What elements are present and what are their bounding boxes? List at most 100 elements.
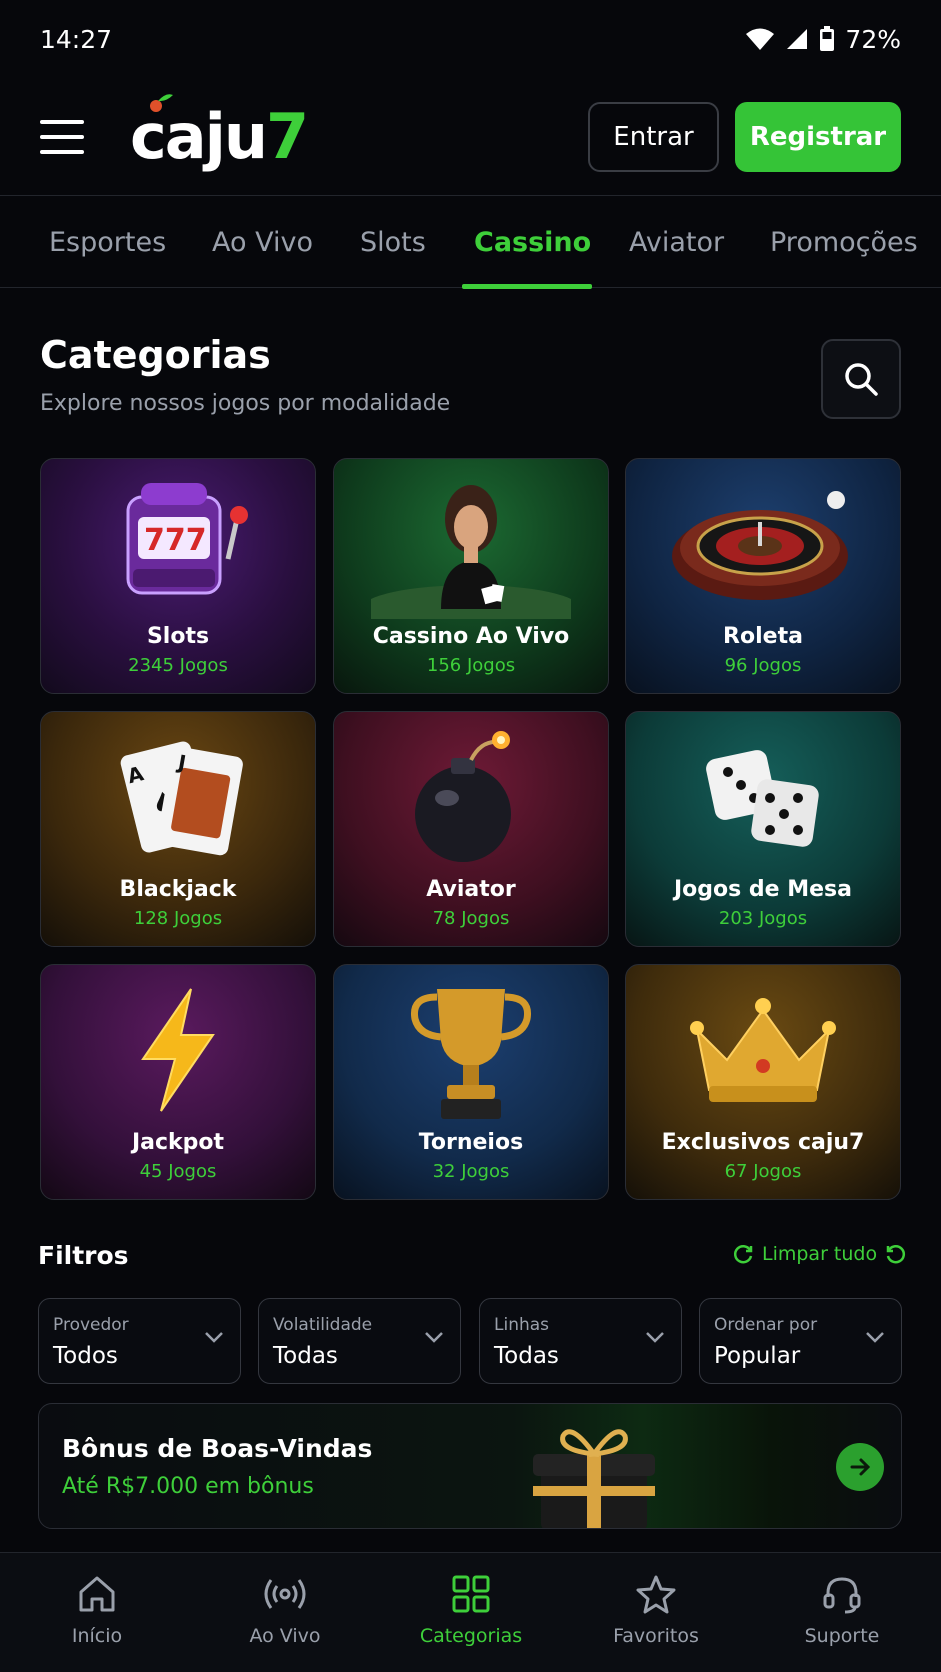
category-card-cassino-ao-vivo[interactable]: Cassino Ao Vivo 156 Jogos: [333, 458, 609, 694]
menu-line: [40, 149, 84, 154]
category-card-aviator[interactable]: Aviator 78 Jogos: [333, 711, 609, 947]
register-button[interactable]: Registrar: [735, 101, 901, 172]
filter-label: Ordenar por: [714, 1315, 818, 1335]
category-card-roleta[interactable]: Roleta 96 Jogos: [625, 458, 901, 694]
category-count: 32 Jogos: [432, 1161, 510, 1182]
live-dealer-icon: [334, 459, 608, 629]
filter-label: Provedor: [53, 1315, 129, 1335]
categories-header: Categorias Explore nossos jogos por moda…: [40, 333, 450, 416]
menu-line: [40, 134, 84, 139]
nav-label: Favoritos: [613, 1625, 699, 1647]
category-count: 156 Jogos: [426, 655, 516, 676]
arrow-right-icon: [850, 1458, 871, 1476]
cashew-leaf-icon: [150, 93, 173, 112]
star-icon: [636, 1575, 676, 1614]
filter-value: Todos: [53, 1343, 118, 1369]
category-count: 67 Jogos: [724, 1161, 802, 1182]
clear-all-button[interactable]: Limpar tudo: [732, 1243, 907, 1265]
login-button[interactable]: Entrar: [588, 101, 719, 172]
roulette-icon: [626, 459, 900, 629]
logo-text: caju: [130, 99, 268, 173]
category-name: Jackpot: [131, 1130, 225, 1155]
category-count: 96 Jogos: [724, 655, 802, 676]
category-name: Slots: [146, 624, 210, 649]
logo[interactable]: caju 7: [130, 93, 309, 173]
tab-aviator[interactable]: Aviator: [629, 197, 724, 288]
tab-esportes[interactable]: Esportes: [49, 197, 166, 288]
filter-ordenar-por[interactable]: Ordenar por Popular: [699, 1298, 902, 1384]
home-icon: [79, 1576, 115, 1612]
filter-linhas[interactable]: Linhas Todas: [479, 1298, 682, 1384]
logo-accent: 7: [265, 99, 309, 173]
category-count: 78 Jogos: [432, 908, 510, 929]
clear-all-label: Limpar tudo: [762, 1243, 878, 1265]
chevron-down-icon: [866, 1332, 884, 1343]
category-count: 203 Jogos: [718, 908, 808, 929]
section-title: Categorias: [40, 333, 271, 377]
wifi-icon: [746, 28, 775, 50]
cards-icon: A ♠ J: [41, 712, 315, 882]
category-card-jogos-de-mesa[interactable]: Jogos de Mesa 203 Jogos: [625, 711, 901, 947]
search-button[interactable]: [821, 339, 901, 419]
filter-label: Linhas: [494, 1315, 550, 1335]
category-count: 2345 Jogos: [128, 655, 228, 676]
broadcast-icon: [264, 1579, 306, 1609]
category-count: 128 Jogos: [133, 908, 223, 929]
tab-cassino[interactable]: Cassino: [474, 197, 591, 288]
grid-icon: [452, 1575, 490, 1613]
nav-suporte[interactable]: Suporte: [762, 1553, 922, 1672]
nav-inicio[interactable]: Início: [17, 1553, 177, 1672]
filter-value: Popular: [714, 1343, 801, 1369]
category-name: Roleta: [723, 624, 803, 649]
chevron-down-icon: [425, 1332, 443, 1343]
status-bar: 14:27 72%: [0, 0, 941, 78]
headset-icon: [823, 1577, 861, 1614]
bomb-icon: [334, 712, 608, 882]
category-name: Blackjack: [119, 877, 237, 902]
tab-slots[interactable]: Slots: [360, 197, 426, 288]
tab-promocoes[interactable]: Promoções: [770, 197, 918, 288]
category-card-slots[interactable]: 777 Slots 2345 Jogos: [40, 458, 316, 694]
category-card-exclusivos[interactable]: Exclusivos caju7 67 Jogos: [625, 964, 901, 1200]
nav-label: Suporte: [804, 1625, 880, 1647]
bonus-arrow-button[interactable]: [836, 1443, 884, 1491]
dice-icon: [626, 712, 900, 882]
filter-volatilidade[interactable]: Volatilidade Todas: [258, 1298, 461, 1384]
category-card-jackpot[interactable]: Jackpot 45 Jogos: [40, 964, 316, 1200]
category-tabs: Esportes Ao Vivo Slots Cassino Aviator P…: [0, 197, 941, 289]
search-icon: [845, 363, 878, 396]
nav-categorias[interactable]: Categorias: [391, 1553, 551, 1672]
nav-label: Início: [71, 1625, 123, 1647]
category-card-torneios[interactable]: Torneios 32 Jogos: [333, 964, 609, 1200]
chevron-down-icon: [205, 1332, 223, 1343]
nav-favoritos[interactable]: Favoritos: [576, 1553, 736, 1672]
category-name: Jogos de Mesa: [674, 877, 852, 902]
bonus-title: Bônus de Boas-Vindas: [62, 1434, 373, 1463]
filter-label: Volatilidade: [273, 1315, 373, 1335]
category-card-blackjack[interactable]: A ♠ J Blackjack 128 Jogos: [40, 711, 316, 947]
battery-icon: [820, 26, 835, 51]
app-header: caju 7 Entrar Registrar: [0, 78, 941, 196]
filter-value: Todas: [273, 1343, 338, 1369]
crown-icon: [626, 965, 900, 1135]
menu-button[interactable]: [40, 119, 84, 154]
tab-ao-vivo[interactable]: Ao Vivo: [212, 197, 313, 288]
trophy-icon: [334, 965, 608, 1135]
section-subtitle: Explore nossos jogos por modalidade: [40, 391, 451, 416]
status-icons: 72%: [745, 25, 901, 54]
filter-provedor[interactable]: Provedor Todos: [38, 1298, 241, 1384]
category-count: 45 Jogos: [139, 1161, 217, 1182]
active-tab-indicator: [462, 284, 592, 289]
chevron-down-icon: [646, 1332, 664, 1343]
menu-line: [40, 119, 84, 124]
welcome-bonus-banner[interactable]: Bônus de Boas-Vindas Até R$7.000 em bônu…: [38, 1403, 902, 1529]
signal-icon: [787, 29, 808, 49]
bonus-subtitle: Até R$7.000 em bônus: [62, 1474, 314, 1499]
svg-text:777: 777: [144, 523, 207, 558]
category-name: Exclusivos caju7: [661, 1130, 865, 1155]
lightning-icon: [41, 965, 315, 1135]
nav-ao-vivo[interactable]: Ao Vivo: [205, 1553, 365, 1672]
nav-label: Categorias: [419, 1625, 523, 1647]
header-actions: Entrar Registrar: [588, 101, 901, 172]
filters-title: Filtros: [38, 1241, 129, 1270]
